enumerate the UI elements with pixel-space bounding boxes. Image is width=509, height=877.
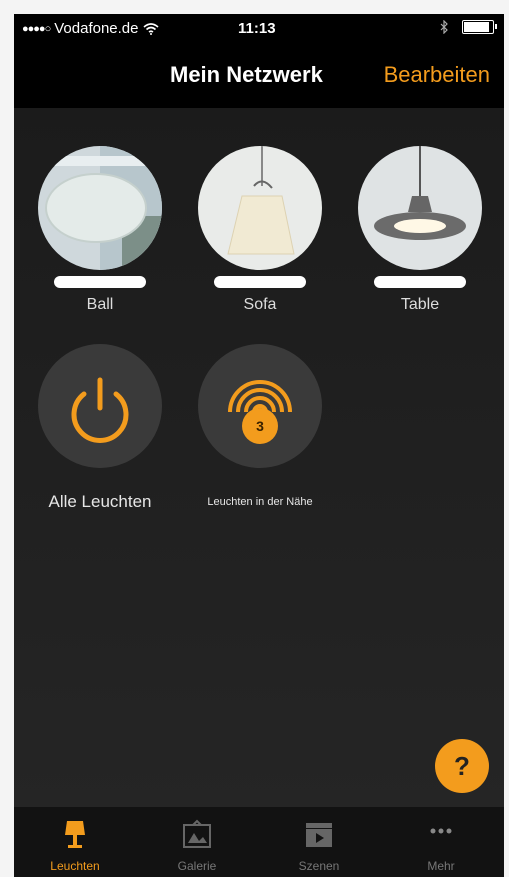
all-lights-button[interactable] [38, 344, 162, 468]
signal-waves-icon [228, 380, 292, 413]
more-icon [430, 828, 452, 834]
help-button[interactable]: ? [435, 739, 489, 793]
lamp-table[interactable]: Table [358, 146, 482, 314]
lamp-sofa[interactable]: Sofa [198, 146, 322, 314]
power-icon [71, 377, 129, 443]
lamp-photo-table[interactable] [358, 146, 482, 270]
carrier-name: Vodafone.de [54, 20, 139, 37]
navigation-bar: Mein Netzwerk Bearbeiten [14, 44, 504, 108]
page-title: Mein Netzwerk [170, 62, 323, 87]
lamp-brightness-bar[interactable] [214, 276, 306, 288]
tab-label: Galerie [177, 859, 217, 873]
scenes-icon [306, 823, 332, 847]
main-content: Ball Sofa Table Alle Leuchten 3 Leuchten… [14, 108, 504, 808]
lamp-label: Sofa [243, 296, 277, 313]
lamp-brightness-bar[interactable] [374, 276, 466, 288]
lamp-icon [65, 821, 85, 848]
nearby-count-badge: 3 [242, 408, 278, 444]
tab-bar: Leuchten Galerie Szenen Mehr [14, 807, 504, 877]
status-bar: ●●●●○ Vodafone.de 11:13 [14, 14, 504, 44]
bluetooth-icon [440, 20, 448, 34]
nearby-lights-label: Leuchten in der Nähe [207, 496, 313, 508]
lamp-label: Table [400, 296, 440, 313]
lamp-brightness-bar[interactable] [54, 276, 146, 288]
app-screen: ●●●●○ Vodafone.de 11:13 Mein Netzwerk Be… [14, 14, 504, 877]
battery-icon [462, 20, 497, 34]
lamp-label: Ball [86, 296, 114, 313]
status-time: 11:13 [238, 20, 276, 37]
signal-strength-icon: ●●●●○ [22, 22, 51, 35]
lamp-photo-ball[interactable] [38, 146, 162, 270]
tab-label: Szenen [298, 859, 340, 873]
lamp-ball[interactable]: Ball [38, 146, 162, 314]
all-lights-label: Alle Leuchten [48, 492, 152, 511]
nearby-lights-button[interactable]: 3 [198, 344, 322, 468]
battery-level [464, 22, 489, 32]
tab-label: Leuchten [50, 859, 100, 873]
gallery-icon [183, 819, 211, 848]
tab-leuchten[interactable]: Leuchten [14, 807, 136, 877]
tab-szenen[interactable]: Szenen [258, 807, 380, 877]
tab-label: Mehr [427, 859, 455, 873]
tab-galerie[interactable]: Galerie [136, 807, 258, 877]
edit-button[interactable]: Bearbeiten [384, 62, 490, 88]
lamp-photo-sofa[interactable] [198, 146, 322, 270]
wifi-icon [142, 22, 159, 35]
tab-mehr[interactable]: Mehr [380, 807, 502, 877]
